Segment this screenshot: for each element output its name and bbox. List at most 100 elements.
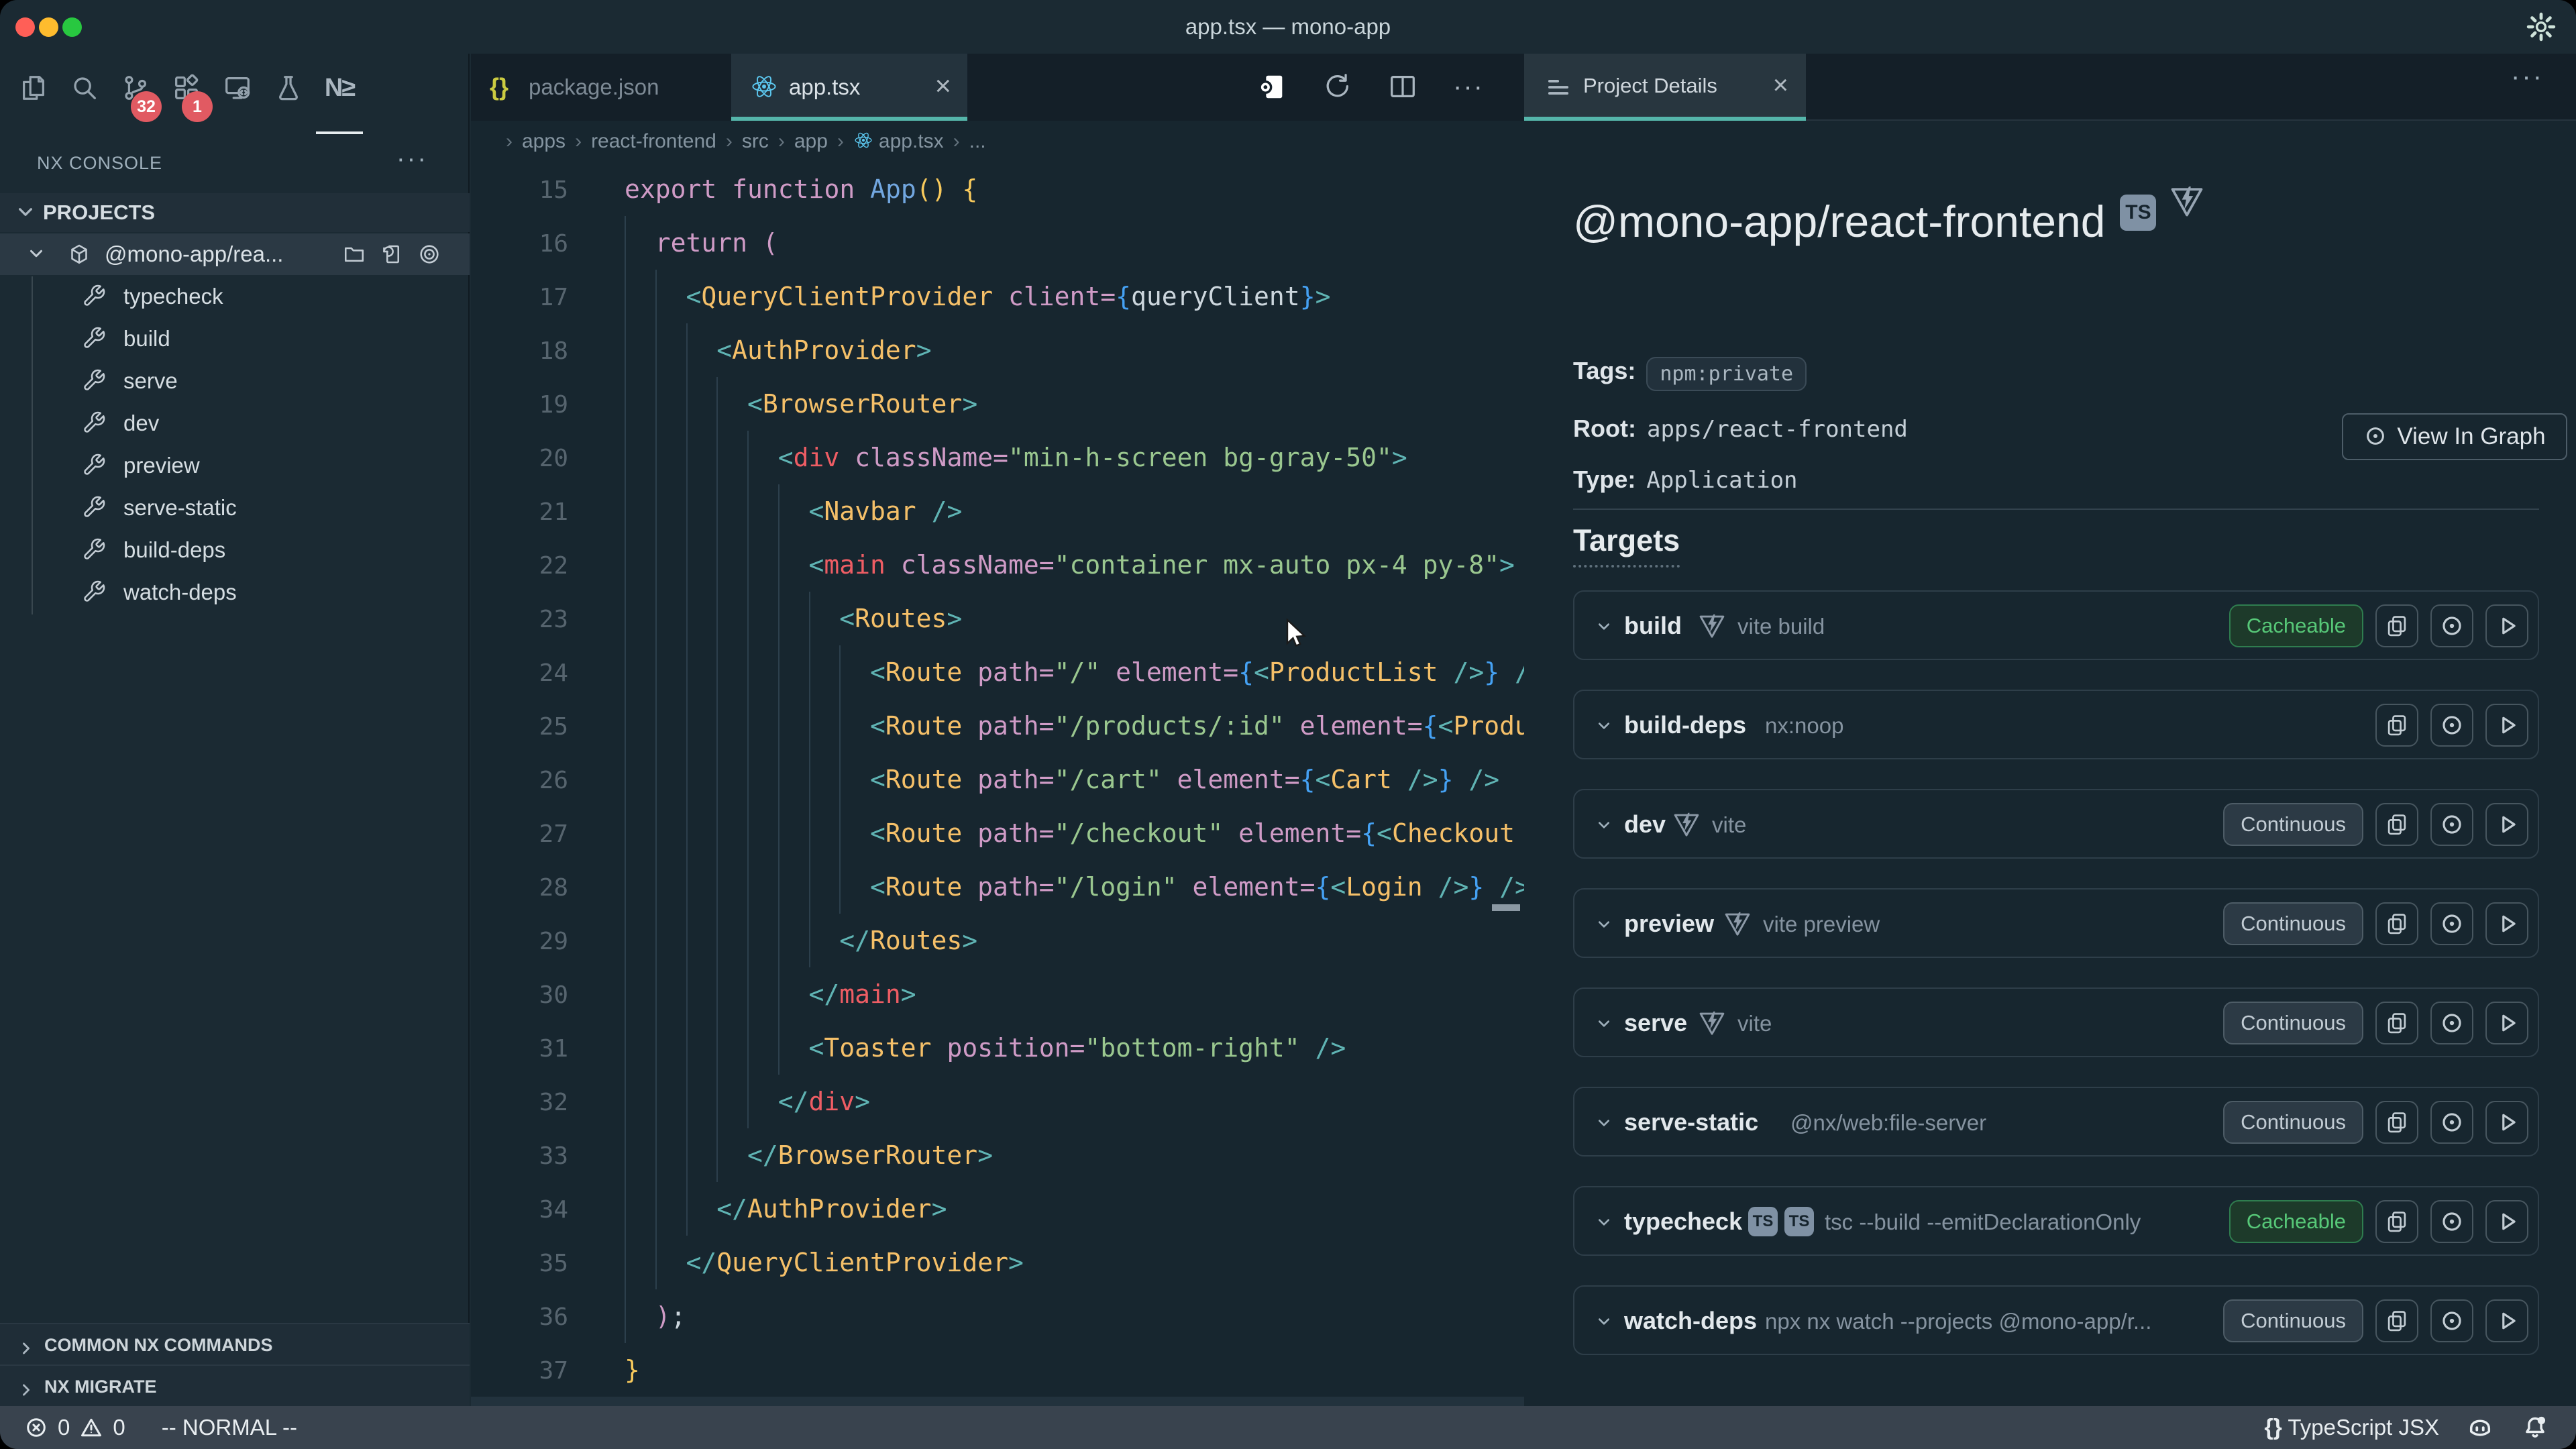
chevron-down-icon[interactable]: [1593, 1013, 1615, 1034]
tree-item-target[interactable]: preview: [0, 444, 470, 486]
tab-app-tsx[interactable]: app.tsx ×: [731, 54, 967, 121]
breadcrumb-item[interactable]: ›app: [769, 121, 828, 162]
target-icon[interactable]: [417, 242, 441, 266]
activity-bar-item[interactable]: [266, 66, 311, 123]
warnings-icon[interactable]: [79, 1415, 103, 1440]
copy-button[interactable]: [2375, 1002, 2418, 1044]
view-in-graph-button[interactable]: View In Graph: [2342, 413, 2567, 460]
tree-item-target[interactable]: typecheck: [0, 275, 470, 317]
target-command: vite preview: [1763, 890, 1880, 959]
copy-button[interactable]: [2375, 604, 2418, 647]
tree-item-target[interactable]: watch-deps: [0, 571, 470, 613]
refresh-icon[interactable]: [1322, 71, 1352, 102]
copy-button[interactable]: [2375, 1299, 2418, 1342]
activity-bar-item[interactable]: N≥: [317, 66, 362, 123]
code-line: 29</Routes>: [471, 914, 1524, 967]
activity-bar-item[interactable]: [62, 66, 107, 123]
activity-bar-item[interactable]: 1: [164, 66, 209, 123]
chevron-down-icon[interactable]: [1593, 814, 1615, 836]
close-tab-icon[interactable]: ×: [934, 54, 951, 118]
copy-button[interactable]: [2375, 1200, 2418, 1243]
chevron-down-icon[interactable]: [1593, 616, 1615, 637]
tab-project-details[interactable]: Project Details ×: [1524, 54, 1806, 121]
wrench-icon: [82, 453, 106, 477]
close-panel-tab-icon[interactable]: ×: [1773, 54, 1788, 117]
run-target-button[interactable]: [2485, 604, 2528, 647]
breadcrumb-item[interactable]: ›app.tsx: [828, 121, 944, 162]
view-button[interactable]: [2430, 604, 2473, 647]
sidebar-bottom-section[interactable]: COMMON NX COMMANDS: [0, 1323, 470, 1364]
run-target-button[interactable]: [2485, 1002, 2528, 1044]
target-card[interactable]: watch-deps npx nx watch --projects @mono…: [1573, 1285, 2539, 1355]
copy-button[interactable]: [2375, 902, 2418, 945]
breadcrumb-item[interactable]: ›...: [944, 121, 986, 162]
errors-count[interactable]: 0: [58, 1415, 70, 1440]
panel-more-icon[interactable]: ···: [2511, 62, 2544, 92]
run-target-button[interactable]: [2485, 1299, 2528, 1342]
project-row[interactable]: @mono-app/rea...: [0, 233, 470, 275]
warnings-count[interactable]: 0: [113, 1415, 125, 1440]
view-button[interactable]: [2430, 902, 2473, 945]
copilot-icon[interactable]: [2466, 1413, 2494, 1442]
target-card[interactable]: dev vite Continuous: [1573, 789, 2539, 859]
activity-bar-item[interactable]: 32: [113, 66, 158, 123]
run-target-button[interactable]: [2485, 704, 2528, 747]
json-braces-icon: {}: [490, 54, 508, 121]
sidebar-more-icon[interactable]: ···: [396, 145, 428, 174]
tree-item-target[interactable]: serve: [0, 360, 470, 402]
language-indicator[interactable]: TypeScript JSX: [2288, 1415, 2439, 1440]
chevron-down-icon[interactable]: [1593, 914, 1615, 935]
sidebar-bottom-section[interactable]: NX MIGRATE: [0, 1364, 470, 1406]
project-details-icon[interactable]: [1256, 71, 1287, 102]
copy-button[interactable]: [2375, 704, 2418, 747]
root-label: Root:: [1573, 415, 1636, 442]
target-card[interactable]: typecheck TSTS tsc --build --emitDeclara…: [1573, 1186, 2539, 1256]
line-number: 18: [471, 325, 568, 378]
view-button[interactable]: [2430, 803, 2473, 846]
settings-gear-icon[interactable]: [2525, 11, 2557, 43]
run-target-button[interactable]: [2485, 902, 2528, 945]
view-button[interactable]: [2430, 1101, 2473, 1144]
view-button[interactable]: [2430, 1200, 2473, 1243]
chevron-down-icon[interactable]: [1593, 1112, 1615, 1134]
view-button[interactable]: [2430, 1002, 2473, 1044]
copy-button[interactable]: [2375, 1101, 2418, 1144]
view-button[interactable]: [2430, 704, 2473, 747]
target-card[interactable]: build vite build Cacheable: [1573, 590, 2539, 660]
target-card[interactable]: serve-static @nx/web:file-server Continu…: [1573, 1087, 2539, 1157]
tree-item-target[interactable]: serve-static: [0, 486, 470, 529]
target-card[interactable]: build-deps nx:noop: [1573, 690, 2539, 759]
generate-icon[interactable]: [380, 242, 404, 266]
target-card[interactable]: serve vite Continuous: [1573, 987, 2539, 1057]
vim-mode-indicator: -- NORMAL --: [162, 1415, 297, 1440]
code-area[interactable]: 15export function App() {16return (17<Qu…: [471, 162, 1524, 1406]
code-line: 18<AuthProvider>: [471, 323, 1524, 377]
run-target-button[interactable]: [2485, 803, 2528, 846]
open-folder-icon[interactable]: [342, 242, 366, 266]
search-icon: [62, 101, 107, 113]
mouse-cursor: [1278, 617, 1310, 649]
tab-package-json[interactable]: {} package.json: [471, 54, 731, 121]
tree-item-target[interactable]: build: [0, 317, 470, 360]
breadcrumb-item[interactable]: ›src: [716, 121, 769, 162]
activity-bar-item[interactable]: [11, 66, 56, 123]
projects-section-header[interactable]: PROJECTS: [0, 193, 470, 232]
activity-bar-item[interactable]: [215, 66, 260, 123]
more-actions-icon[interactable]: ···: [1453, 71, 1484, 102]
breadcrumb-item[interactable]: ›react-frontend: [566, 121, 716, 162]
errors-icon[interactable]: [24, 1415, 48, 1440]
breadcrumb-item[interactable]: ›apps: [496, 121, 566, 162]
target-command: nx:noop: [1765, 691, 1843, 761]
chevron-down-icon[interactable]: [1593, 1311, 1615, 1332]
tree-item-target[interactable]: dev: [0, 402, 470, 444]
copy-button[interactable]: [2375, 803, 2418, 846]
tree-item-target[interactable]: build-deps: [0, 529, 470, 571]
chevron-down-icon[interactable]: [1593, 715, 1615, 737]
view-button[interactable]: [2430, 1299, 2473, 1342]
chevron-down-icon[interactable]: [1593, 1212, 1615, 1233]
run-target-button[interactable]: [2485, 1101, 2528, 1144]
notifications-bell-icon[interactable]: [2521, 1413, 2549, 1442]
run-target-button[interactable]: [2485, 1200, 2528, 1243]
target-card[interactable]: preview vite preview Continuous: [1573, 888, 2539, 958]
split-editor-icon[interactable]: [1387, 71, 1418, 102]
